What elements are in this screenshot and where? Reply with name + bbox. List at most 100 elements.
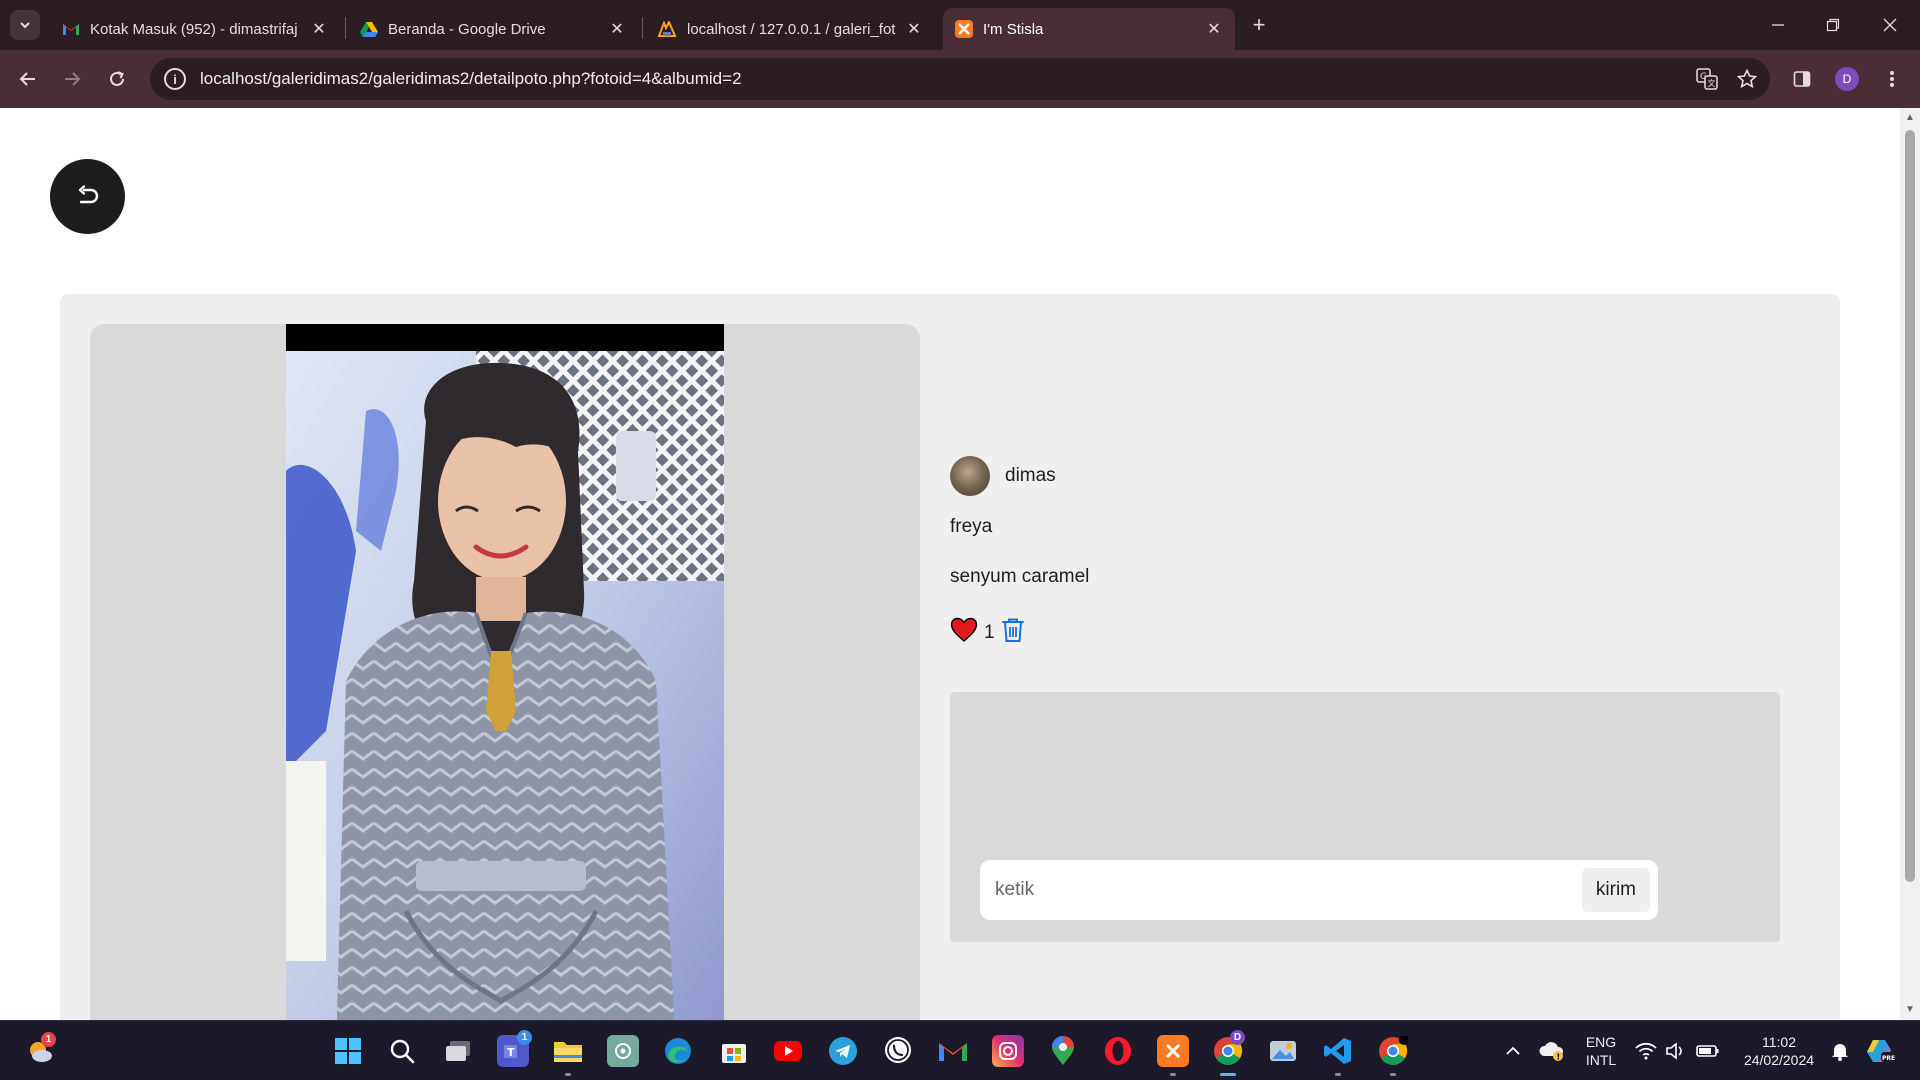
tab-phpmyadmin[interactable]: localhost / 127.0.0.1 / galeri_fot ✕ xyxy=(645,8,935,50)
chrome-button[interactable]: D xyxy=(1212,1030,1245,1067)
close-icon[interactable]: ✕ xyxy=(608,19,626,39)
close-icon[interactable]: ✕ xyxy=(310,19,328,39)
start-button[interactable] xyxy=(332,1035,364,1067)
translate-button[interactable]: G文 xyxy=(1690,62,1724,96)
copilot-button[interactable]: PRE xyxy=(1864,1035,1896,1067)
url-text[interactable]: localhost/galeridimas2/galeridimas2/deta… xyxy=(200,69,1690,89)
folder-icon xyxy=(554,1042,582,1062)
browser-tab-strip: Kotak Masuk (952) - dimastrifaj ✕ Berand… xyxy=(0,0,1920,50)
reload-button[interactable] xyxy=(101,63,133,95)
windows-icon xyxy=(335,1038,361,1064)
running-indicator xyxy=(1390,1073,1396,1076)
chrome-alt-button[interactable] xyxy=(1377,1035,1409,1067)
gmail-button[interactable] xyxy=(937,1035,969,1067)
photo-actions: 1 xyxy=(950,617,1025,648)
show-hidden-icons-button[interactable] xyxy=(1497,1035,1529,1067)
restore-button[interactable] xyxy=(1813,8,1853,42)
active-indicator xyxy=(1220,1073,1236,1076)
opera-button[interactable] xyxy=(1102,1035,1134,1067)
vscode-button[interactable] xyxy=(1322,1035,1354,1067)
tab-search-button[interactable] xyxy=(10,10,40,40)
tab-title: localhost / 127.0.0.1 / galeri_fot xyxy=(687,20,896,38)
battery-icon xyxy=(1696,1045,1719,1057)
telegram-button[interactable] xyxy=(827,1035,859,1067)
photo-panel xyxy=(90,324,920,1020)
edge-button[interactable] xyxy=(662,1035,694,1067)
task-view-icon xyxy=(446,1041,470,1061)
battery-button[interactable] xyxy=(1692,1035,1724,1067)
search-button[interactable] xyxy=(386,1035,418,1067)
new-tab-button[interactable]: + xyxy=(1245,12,1273,40)
maps-button[interactable] xyxy=(1047,1035,1079,1067)
side-panel-button[interactable] xyxy=(1786,63,1818,95)
close-icon[interactable]: ✕ xyxy=(1205,19,1223,39)
onedrive-button[interactable]: ! xyxy=(1536,1035,1568,1067)
input-language[interactable]: ENG INTL xyxy=(1576,1033,1626,1069)
send-comment-button[interactable]: kirim xyxy=(1581,868,1650,912)
back-nav-button[interactable] xyxy=(12,63,44,95)
site-info-icon[interactable]: i xyxy=(164,68,186,90)
phpmyadmin-icon xyxy=(657,21,677,37)
svg-text:PRE: PRE xyxy=(1882,1055,1895,1062)
chevron-down-icon xyxy=(20,22,30,29)
svg-text:文: 文 xyxy=(1708,78,1716,88)
photos-button[interactable] xyxy=(1267,1035,1299,1067)
wifi-button[interactable] xyxy=(1630,1035,1662,1067)
scroll-down-icon[interactable]: ▼ xyxy=(1904,1004,1916,1016)
page-viewport: dimas freya senyum caramel 1 kirim xyxy=(0,108,1900,1020)
scrollbar-thumb[interactable] xyxy=(1905,130,1915,882)
minimize-button[interactable] xyxy=(1758,8,1798,42)
delete-button[interactable] xyxy=(1001,617,1025,648)
youtube-button[interactable] xyxy=(772,1035,804,1067)
teams-button[interactable]: T 1 xyxy=(497,1030,532,1067)
page-scrollbar[interactable]: ▲ ▼ xyxy=(1900,108,1920,1020)
like-button[interactable] xyxy=(950,617,978,648)
vscode-icon xyxy=(1324,1038,1351,1064)
portrait-photo xyxy=(286,351,724,1020)
profile-button[interactable]: D xyxy=(1831,63,1863,95)
close-icon[interactable]: ✕ xyxy=(905,19,923,39)
tab-gmail[interactable]: Kotak Masuk (952) - dimastrifaj ✕ xyxy=(50,8,340,50)
bell-icon xyxy=(1832,1044,1848,1061)
forward-nav-button[interactable] xyxy=(56,63,88,95)
xampp-button[interactable] xyxy=(1157,1035,1189,1067)
instagram-button[interactable] xyxy=(992,1035,1024,1067)
avatar: D xyxy=(1835,67,1859,91)
xampp-icon xyxy=(1165,1043,1181,1059)
bookmark-button[interactable] xyxy=(1730,62,1764,96)
tab-separator xyxy=(345,17,346,39)
wifi-icon xyxy=(1635,1042,1657,1060)
teams-badge: 1 xyxy=(517,1030,532,1045)
comment-input[interactable] xyxy=(995,879,1582,901)
clock-date: 24/02/2024 xyxy=(1743,1052,1815,1068)
cloud-warning-icon: ! xyxy=(1539,1042,1564,1062)
windows-taskbar: 1 T 1 D ! ENG INTL 11:02 24/02/2024 PRE xyxy=(0,1020,1920,1080)
tab-title: Beranda - Google Drive xyxy=(388,20,546,38)
close-window-button[interactable] xyxy=(1870,8,1910,42)
clock[interactable]: 11:02 24/02/2024 xyxy=(1736,1033,1822,1069)
task-view-button[interactable] xyxy=(442,1035,474,1067)
whatsapp-icon xyxy=(885,1037,911,1063)
close-icon xyxy=(1883,18,1897,32)
widgets-button[interactable]: 1 xyxy=(24,1032,56,1067)
tab-google-drive[interactable]: Beranda - Google Drive ✕ xyxy=(348,8,638,50)
file-explorer-button[interactable] xyxy=(552,1035,584,1067)
gmail-icon xyxy=(939,1043,967,1061)
like-count: 1 xyxy=(984,621,995,643)
volume-button[interactable] xyxy=(1660,1035,1692,1067)
chatgpt-button[interactable] xyxy=(607,1035,639,1067)
tab-stisla[interactable]: I'm Stisla ✕ xyxy=(943,8,1235,50)
notifications-button[interactable] xyxy=(1824,1035,1856,1067)
svg-text:T: T xyxy=(507,1046,515,1059)
address-bar[interactable]: i localhost/galeridimas2/galeridimas2/de… xyxy=(150,58,1770,100)
chatgpt-icon xyxy=(615,1043,631,1059)
browser-menu-button[interactable] xyxy=(1876,63,1908,95)
search-icon xyxy=(390,1039,415,1064)
back-button[interactable] xyxy=(50,159,125,234)
store-button[interactable] xyxy=(718,1035,750,1067)
whatsapp-button[interactable] xyxy=(882,1035,914,1067)
translate-icon: G文 xyxy=(1696,68,1718,90)
scroll-up-icon[interactable]: ▲ xyxy=(1904,112,1916,124)
tab-title: I'm Stisla xyxy=(983,20,1044,38)
photo-image[interactable] xyxy=(286,324,724,1020)
